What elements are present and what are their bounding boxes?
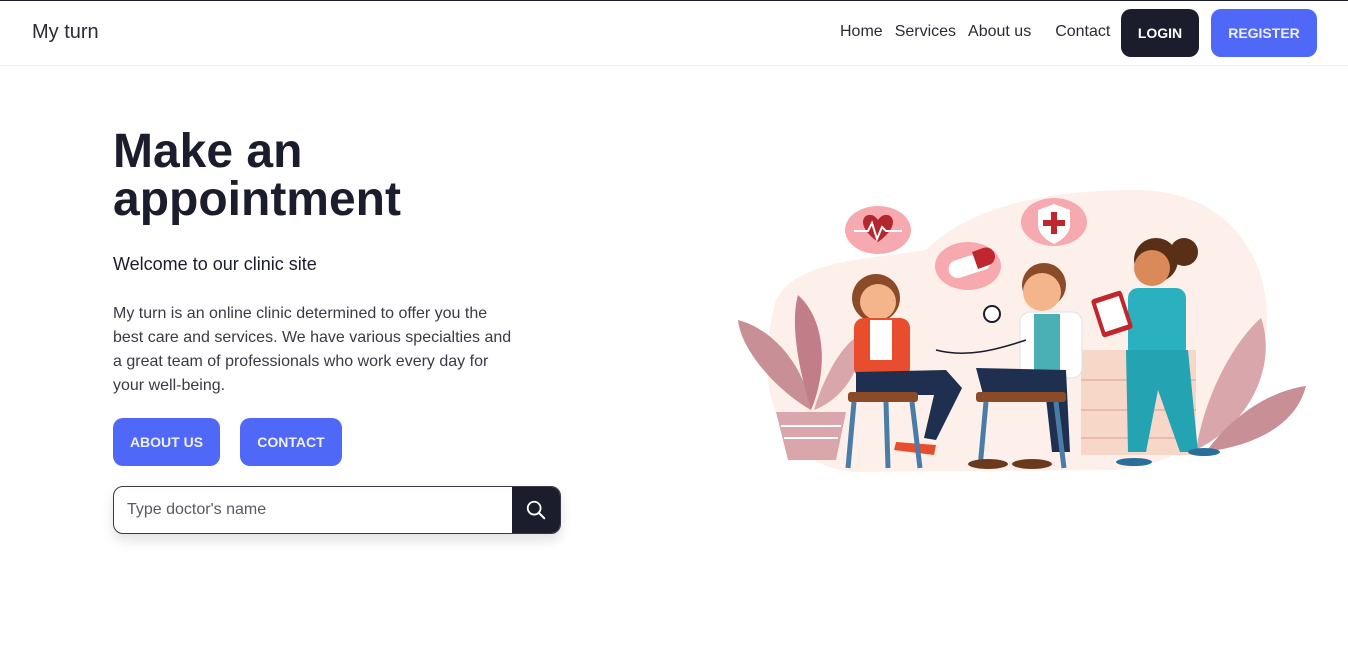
login-button[interactable]: LOGIN	[1121, 9, 1199, 57]
nav-link-services[interactable]: Services	[895, 23, 956, 41]
hero-subtitle: Welcome to our clinic site	[113, 254, 317, 274]
patient-shoes	[968, 459, 1008, 469]
nav-link-home[interactable]: Home	[840, 23, 883, 41]
medical-shield-icon	[1021, 198, 1087, 246]
nav-link-contact[interactable]: Contact	[1055, 23, 1110, 41]
nav-link-about[interactable]: About us	[968, 23, 1031, 41]
brand-logo[interactable]: My turn	[32, 21, 99, 44]
doctor-search	[113, 486, 561, 534]
contact-button[interactable]: CONTACT	[240, 418, 342, 466]
search-icon	[526, 500, 546, 520]
nav-links: Home Services About us Contact	[840, 23, 1110, 41]
heart-rate-icon	[845, 206, 911, 254]
pill-icon	[935, 242, 1001, 290]
navbar: My turn Home Services About us Contact L…	[0, 1, 1348, 66]
search-button[interactable]	[512, 487, 560, 533]
doctor-search-input[interactable]	[114, 487, 514, 533]
hero-description: My turn is an online clinic determined t…	[113, 305, 512, 394]
doctor-shoes	[1012, 459, 1052, 469]
hero-title: Make an appointment	[113, 125, 401, 226]
register-button[interactable]: REGISTER	[1211, 9, 1317, 57]
clinic-illustration	[738, 190, 1306, 472]
about-us-button[interactable]: ABOUT US	[113, 418, 220, 466]
